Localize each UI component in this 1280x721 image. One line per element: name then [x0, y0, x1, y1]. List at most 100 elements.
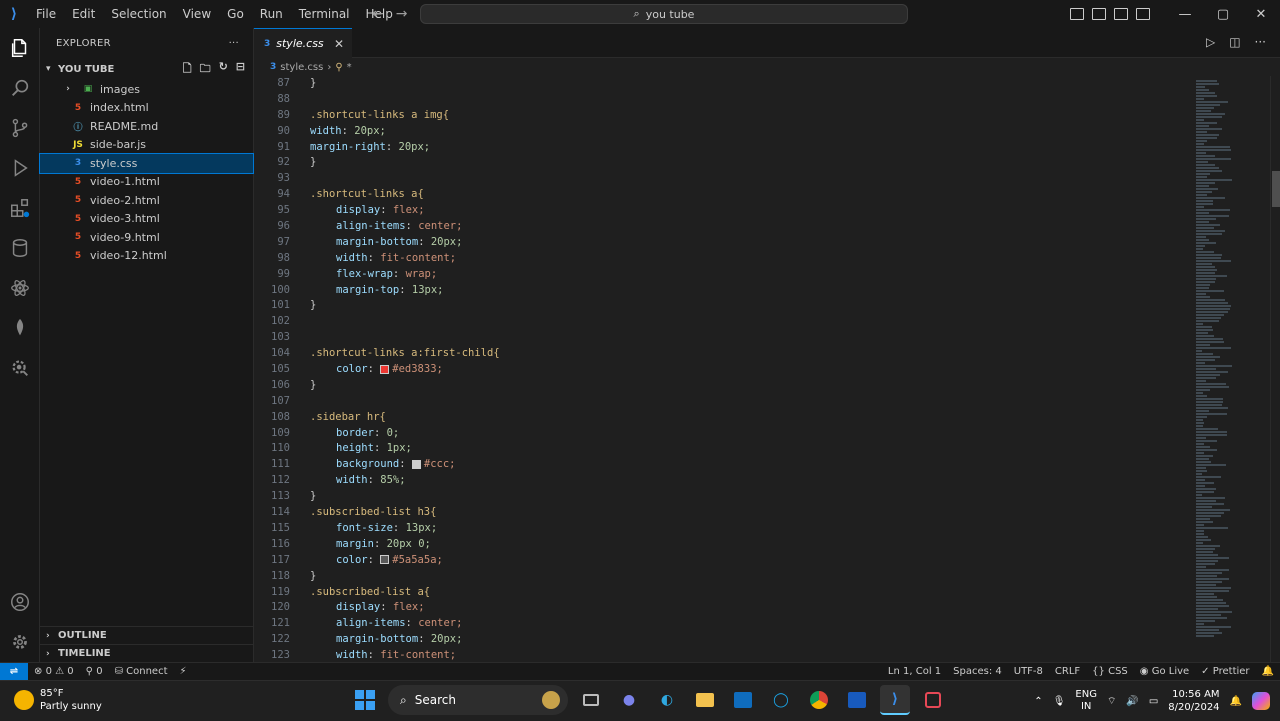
- database-icon[interactable]: [0, 228, 40, 268]
- code-line[interactable]: 107: [254, 394, 1192, 410]
- tree-file[interactable]: 5 video-12.html: [40, 247, 253, 266]
- accounts-icon[interactable]: [0, 582, 40, 622]
- tree-file[interactable]: 5 video-9.html: [40, 228, 253, 247]
- code-line[interactable]: 95 display: flex;: [254, 203, 1192, 219]
- outline-section[interactable]: › OUTLINE: [40, 626, 254, 644]
- code-line[interactable]: 94 .shortcut-links a{: [254, 187, 1192, 203]
- vscode-taskbar-icon[interactable]: ⟩: [880, 685, 910, 715]
- new-folder-icon[interactable]: 🗀: [200, 60, 211, 79]
- toggle-panel-icon[interactable]: [1092, 8, 1106, 20]
- code-line[interactable]: 93: [254, 171, 1192, 187]
- code-line[interactable]: 100 margin-top: 13px;: [254, 283, 1192, 299]
- ports-status[interactable]: ⚲ 0: [80, 666, 109, 677]
- code-line[interactable]: 99 flex-wrap: wrap;: [254, 267, 1192, 283]
- wifi-icon[interactable]: ⌔: [1107, 695, 1116, 708]
- tree-file[interactable]: 5 video-3.html: [40, 210, 253, 229]
- show-hidden-icons-icon[interactable]: ⌃: [1034, 696, 1042, 707]
- toggle-secondary-sidebar-icon[interactable]: [1114, 8, 1128, 20]
- collapse-all-icon[interactable]: ⊟: [236, 60, 245, 79]
- tree-file[interactable]: 3 style.css: [39, 153, 254, 174]
- go-live-button[interactable]: ◉ Go Live: [1134, 666, 1195, 677]
- remote-indicator-icon[interactable]: ⇌: [0, 662, 28, 681]
- extensions-icon[interactable]: [0, 188, 40, 228]
- weather-widget[interactable]: 85°F Partly sunny: [14, 687, 102, 713]
- minimap[interactable]: [1192, 76, 1270, 662]
- code-line[interactable]: 89 .shortcut-links a img{: [254, 108, 1192, 124]
- code-line[interactable]: 87}: [254, 76, 1192, 92]
- breadcrumb-file[interactable]: style.css: [280, 62, 323, 73]
- language-mode[interactable]: {} CSS: [1086, 666, 1134, 677]
- word-icon[interactable]: [842, 685, 872, 715]
- settings-gear-icon[interactable]: [0, 622, 40, 662]
- system-clock[interactable]: 10:56 AM 8/20/2024: [1168, 688, 1219, 714]
- encoding[interactable]: UTF-8: [1008, 666, 1049, 677]
- copilot-icon[interactable]: [1252, 692, 1270, 710]
- end-of-line[interactable]: CRLF: [1049, 666, 1086, 677]
- chrome-icon[interactable]: [804, 685, 834, 715]
- edge-icon[interactable]: ◐: [652, 685, 682, 715]
- prettier-status[interactable]: ✓ Prettier: [1195, 666, 1255, 677]
- color-swatch[interactable]: [380, 364, 390, 374]
- mongodb-leaf-icon[interactable]: [0, 308, 40, 348]
- teams-icon[interactable]: ●: [614, 685, 644, 715]
- file-explorer-icon[interactable]: [690, 685, 720, 715]
- code-line[interactable]: 91 margin-right: 20px;: [254, 140, 1192, 156]
- back-arrow-icon[interactable]: ←: [372, 0, 384, 28]
- menu-selection[interactable]: Selection: [103, 0, 174, 28]
- snipping-tool-icon[interactable]: [918, 685, 948, 715]
- code-line[interactable]: 102: [254, 314, 1192, 330]
- code-line[interactable]: 90 width: 20px;: [254, 124, 1192, 140]
- run-file-icon[interactable]: ▷: [1206, 35, 1215, 49]
- code-line[interactable]: 98 width: fit-content;: [254, 251, 1192, 267]
- split-editor-icon[interactable]: ◫: [1229, 35, 1240, 49]
- code-line[interactable]: 118}: [254, 569, 1192, 585]
- tree-file[interactable]: 5 video-2.html: [40, 191, 253, 210]
- notification-bell-icon[interactable]: 🔔: [1230, 696, 1242, 707]
- code-editor[interactable]: 87} 88 89 .shortcut-links a img{90 width: 20…: [254, 76, 1192, 662]
- menu-file[interactable]: File: [28, 0, 64, 28]
- tree-file[interactable]: ⓘ README.md: [40, 117, 253, 136]
- code-line[interactable]: 113}: [254, 489, 1192, 505]
- menu-edit[interactable]: Edit: [64, 0, 103, 28]
- tree-file[interactable]: 5 video-1.html: [40, 173, 253, 192]
- taskbar-search[interactable]: ⌕ Search: [388, 685, 568, 715]
- tree-file[interactable]: JS side-bar.js: [40, 136, 253, 155]
- notifications-bell-icon[interactable]: 🔔: [1256, 666, 1280, 677]
- menu-run[interactable]: Run: [252, 0, 291, 28]
- code-line[interactable]: 106}: [254, 378, 1192, 394]
- cursor-position[interactable]: Ln 1, Col 1: [882, 666, 947, 677]
- code-line[interactable]: 92}: [254, 155, 1192, 171]
- breadcrumb-symbol[interactable]: *: [347, 62, 352, 73]
- code-line[interactable]: 117 color: #5a5a5a;: [254, 553, 1192, 569]
- battery-icon[interactable]: ▭: [1149, 696, 1158, 707]
- toggle-primary-sidebar-icon[interactable]: [1070, 8, 1084, 20]
- code-line[interactable]: 104 .shortcut-links a:first-child{: [254, 346, 1192, 362]
- editor-more-actions-icon[interactable]: ···: [1255, 35, 1266, 49]
- color-swatch[interactable]: [380, 555, 390, 565]
- code-line[interactable]: 96 align-items: center;: [254, 219, 1192, 235]
- code-line[interactable]: 110 height: 1px;: [254, 441, 1192, 457]
- microphone-icon[interactable]: 🎙: [1053, 696, 1066, 707]
- indentation[interactable]: Spaces: 4: [947, 666, 1008, 677]
- code-line[interactable]: 109 border: 0;: [254, 426, 1192, 442]
- more-actions-icon[interactable]: ···: [229, 38, 239, 49]
- menu-terminal[interactable]: Terminal: [291, 0, 358, 28]
- code-line[interactable]: 119 .subscribed-list a{: [254, 585, 1192, 601]
- menu-view[interactable]: View: [175, 0, 219, 28]
- customize-layout-icon[interactable]: [1136, 8, 1150, 20]
- explorer-icon[interactable]: [0, 28, 40, 68]
- editor-scrollbar[interactable]: [1270, 76, 1280, 662]
- workspace-folder[interactable]: ▾ YOU TUBE 🗋 🗀 ↻ ⊟: [40, 58, 253, 80]
- code-line[interactable]: 103: [254, 330, 1192, 346]
- tree-folder[interactable]: › ▣ images: [40, 80, 253, 99]
- search-view-icon[interactable]: [0, 68, 40, 108]
- close-tab-icon[interactable]: ✕: [334, 37, 344, 51]
- code-line[interactable]: 115 font-size: 13px;: [254, 521, 1192, 537]
- code-line[interactable]: 101}: [254, 298, 1192, 314]
- code-line[interactable]: 105 color: #ed3833;: [254, 362, 1192, 378]
- code-line[interactable]: 97 margin-bottom: 20px;: [254, 235, 1192, 251]
- react-icon[interactable]: [0, 268, 40, 308]
- new-file-icon[interactable]: 🗋: [183, 60, 192, 79]
- timeline-section[interactable]: › TIMELINE: [40, 644, 254, 662]
- tree-file[interactable]: 5 index.html: [40, 99, 253, 118]
